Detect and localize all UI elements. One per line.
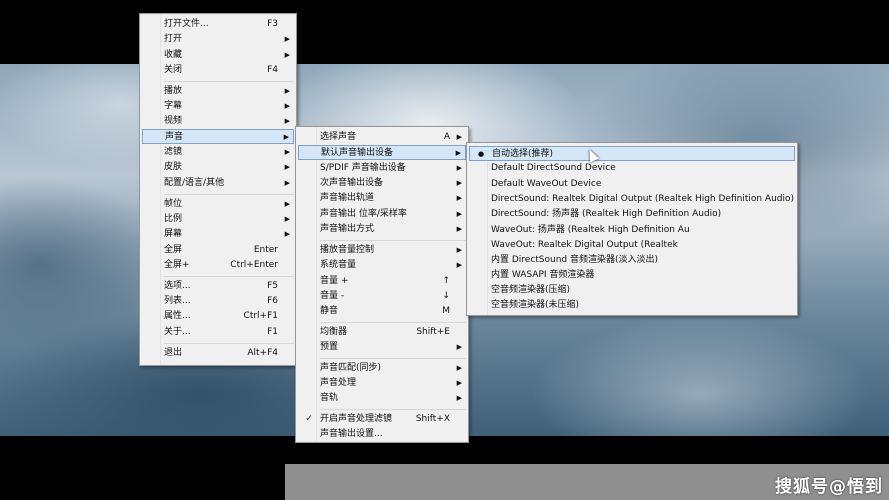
chevron-right-icon: ▶ bbox=[456, 394, 462, 402]
menu-item-presets[interactable]: 预置 ▶ bbox=[298, 340, 466, 355]
menu-separator bbox=[164, 81, 294, 82]
menu-item-audio-track[interactable]: 音轨 ▶ bbox=[298, 391, 466, 406]
menu-item-audio[interactable]: 声音 ▶ bbox=[142, 129, 294, 144]
radio-dot-icon: ● bbox=[477, 150, 485, 158]
menu-item-subtitles[interactable]: 字幕 ▶ bbox=[142, 99, 294, 114]
menu-separator bbox=[164, 343, 294, 344]
chevron-right-icon: ▶ bbox=[456, 210, 462, 218]
menu-item-video[interactable]: 视频 ▶ bbox=[142, 114, 294, 129]
menu-item-fullscreen-plus[interactable]: 全屏+ Ctrl+Enter bbox=[142, 258, 294, 273]
chevron-right-icon: ▶ bbox=[284, 102, 290, 110]
menu-item-screen[interactable]: 屏幕 ▶ bbox=[142, 227, 294, 242]
menu-item-exit[interactable]: 退出 Alt+F4 bbox=[142, 346, 294, 361]
menu-item-open-file[interactable]: 打开文件... F3 bbox=[142, 17, 294, 32]
menu-separator bbox=[320, 240, 466, 241]
menu-item-skins[interactable]: 皮肤 ▶ bbox=[142, 160, 294, 175]
chevron-right-icon: ▶ bbox=[456, 133, 462, 141]
chevron-right-icon: ▶ bbox=[456, 179, 462, 187]
chevron-right-icon: ▶ bbox=[456, 261, 462, 269]
menu-item-waveout-realtek-digital[interactable]: WaveOut: Realtek Digital Output (Realtek bbox=[469, 238, 795, 253]
menu-item-select-audio[interactable]: 选择声音 A ▶ bbox=[298, 130, 466, 145]
menu-item-volume-down[interactable]: 音量 - ↓ bbox=[298, 289, 466, 304]
menu-item-auto-select[interactable]: ● 自动选择(推荐) bbox=[469, 146, 795, 161]
menu-item-audio-output-settings[interactable]: 声音输出设置... bbox=[298, 427, 466, 442]
checkmark-icon: ✓ bbox=[305, 414, 313, 424]
menu-item-audio-sync[interactable]: 声音匹配(同步) ▶ bbox=[298, 361, 466, 376]
menu-item-output-mode[interactable]: 声音输出方式 ▶ bbox=[298, 222, 466, 237]
arrow-down-icon: ↓ bbox=[442, 291, 450, 301]
watermark: 搜狐号@悟到 bbox=[775, 477, 883, 497]
menu-item-system-volume[interactable]: 系统音量 ▶ bbox=[298, 258, 466, 273]
menu-separator bbox=[164, 194, 294, 195]
chevron-right-icon: ▶ bbox=[455, 149, 461, 157]
chevron-right-icon: ▶ bbox=[284, 117, 290, 125]
arrow-up-icon: ↑ bbox=[442, 276, 450, 286]
menu-item-aspect-ratio[interactable]: 比例 ▶ bbox=[142, 212, 294, 227]
chevron-right-icon: ▶ bbox=[456, 343, 462, 351]
chevron-right-icon: ▶ bbox=[284, 35, 290, 43]
menu-item-mute[interactable]: 静音 M bbox=[298, 304, 466, 319]
menu-separator bbox=[320, 358, 466, 359]
menu-item-fullscreen[interactable]: 全屏 Enter bbox=[142, 243, 294, 258]
chevron-right-icon: ▶ bbox=[283, 133, 289, 141]
chevron-right-icon: ▶ bbox=[284, 163, 290, 171]
menu-item-default-directsound[interactable]: Default DirectSound Device bbox=[469, 161, 795, 176]
menu-item-volume-up[interactable]: 音量 + ↑ bbox=[298, 274, 466, 289]
menu-item-default-audio-output-device[interactable]: 默认声音输出设备 ▶ bbox=[298, 145, 466, 160]
audio-submenu: 选择声音 A ▶ 默认声音输出设备 ▶ S/PDIF 声音输出设备 ▶ 次声音输出设备 ▶… bbox=[295, 126, 469, 443]
chevron-right-icon: ▶ bbox=[284, 87, 290, 95]
menu-item-builtin-wasapi-renderer[interactable]: 内置 WASAPI 音频渲染器 bbox=[469, 268, 795, 283]
chevron-right-icon: ▶ bbox=[456, 246, 462, 254]
chevron-right-icon: ▶ bbox=[284, 230, 290, 238]
menu-item-enable-audio-filter[interactable]: ✓ 开启声音处理滤镜 Shift+X bbox=[298, 412, 466, 427]
menu-item-waveout-speaker[interactable]: WaveOut: 扬声器 (Realtek High Definition Au bbox=[469, 223, 795, 238]
menu-item-directsound-realtek-digital[interactable]: DirectSound: Realtek Digital Output (Rea… bbox=[469, 192, 795, 207]
menu-item-close[interactable]: 关闭 F4 bbox=[142, 63, 294, 78]
menu-item-builtin-directsound-renderer[interactable]: 内置 DirectSound 音频渲染器(淡入淡出) bbox=[469, 253, 795, 268]
chevron-right-icon: ▶ bbox=[456, 379, 462, 387]
audio-device-submenu: ● 自动选择(推荐) Default DirectSound Device Def… bbox=[466, 142, 798, 316]
menu-item-about[interactable]: 关于... F1 bbox=[142, 325, 294, 340]
menu-item-filters[interactable]: 滤镜 ▶ bbox=[142, 145, 294, 160]
menu-item-frame[interactable]: 帧位 ▶ bbox=[142, 197, 294, 212]
menu-item-bitrate-samplerate[interactable]: 声音输出 位率/采样率 ▶ bbox=[298, 207, 466, 222]
menu-item-directsound-speaker[interactable]: DirectSound: 扬声器 (Realtek High Definitio… bbox=[469, 207, 795, 222]
chevron-right-icon: ▶ bbox=[456, 364, 462, 372]
menu-item-config-language-other[interactable]: 配置/语言/其他 ▶ bbox=[142, 176, 294, 191]
menu-separator bbox=[320, 409, 466, 410]
menu-item-audio-processing[interactable]: 声音处理 ▶ bbox=[298, 376, 466, 391]
menu-item-equalizer[interactable]: 均衡器 Shift+E bbox=[298, 325, 466, 340]
menu-item-output-track[interactable]: 声音输出轨道 ▶ bbox=[298, 191, 466, 206]
chevron-right-icon: ▶ bbox=[284, 200, 290, 208]
menu-separator bbox=[164, 276, 294, 277]
chevron-right-icon: ▶ bbox=[284, 51, 290, 59]
menu-item-open[interactable]: 打开 ▶ bbox=[142, 32, 294, 47]
chevron-right-icon: ▶ bbox=[456, 225, 462, 233]
menu-item-null-renderer-compressed[interactable]: 空音频渲染器(压缩) bbox=[469, 283, 795, 298]
menu-item-playback-volume-control[interactable]: 播放音量控制 ▶ bbox=[298, 243, 466, 258]
chevron-right-icon: ▶ bbox=[456, 164, 462, 172]
menu-item-options[interactable]: 选项... F5 bbox=[142, 279, 294, 294]
chevron-right-icon: ▶ bbox=[284, 179, 290, 187]
menu-item-favorites[interactable]: 收藏 ▶ bbox=[142, 48, 294, 63]
menu-item-properties[interactable]: 属性... Ctrl+F1 bbox=[142, 309, 294, 324]
chevron-right-icon: ▶ bbox=[284, 148, 290, 156]
menu-item-null-renderer-uncompressed[interactable]: 空音频渲染器(未压缩) bbox=[469, 298, 795, 313]
menu-separator bbox=[320, 322, 466, 323]
menu-item-playlist[interactable]: 列表... F6 bbox=[142, 294, 294, 309]
menu-item-default-waveout[interactable]: Default WaveOut Device bbox=[469, 177, 795, 192]
context-menu-main: 打开文件... F3 打开 ▶ 收藏 ▶ 关闭 F4 播放 ▶ 字幕 ▶ 视频 ▶ 声音 ▶ 滤… bbox=[139, 13, 297, 366]
menu-item-secondary-output-device[interactable]: 次声音输出设备 ▶ bbox=[298, 176, 466, 191]
chevron-right-icon: ▶ bbox=[456, 194, 462, 202]
menu-item-spdif-output-device[interactable]: S/PDIF 声音输出设备 ▶ bbox=[298, 161, 466, 176]
chevron-right-icon: ▶ bbox=[284, 215, 290, 223]
menu-item-playback[interactable]: 播放 ▶ bbox=[142, 84, 294, 99]
